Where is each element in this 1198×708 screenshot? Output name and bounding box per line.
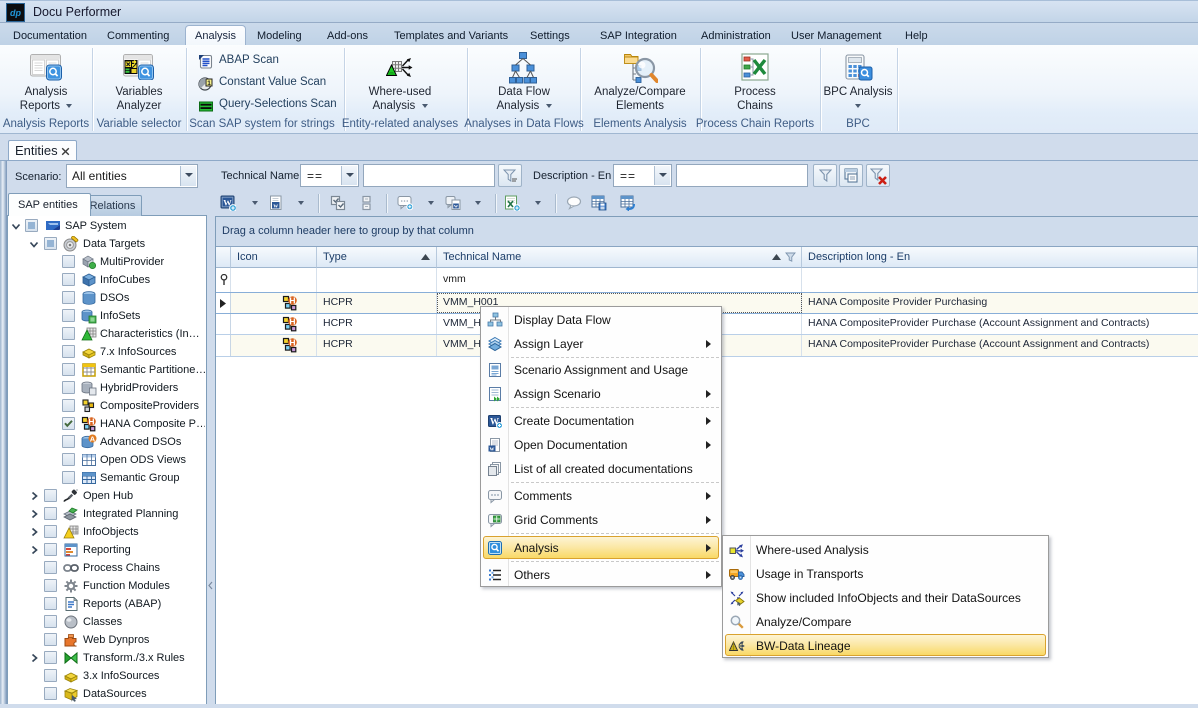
svg-text:w: w — [454, 204, 458, 210]
svg-text:H: H — [289, 296, 295, 306]
svg-text:A: A — [90, 434, 96, 443]
svg-text:dp: dp — [10, 8, 21, 18]
svg-text:H: H — [88, 417, 94, 427]
svg-text:w: w — [273, 202, 278, 209]
svg-text:1: 1 — [207, 80, 211, 87]
svg-text:H: H — [289, 338, 295, 348]
svg-text:H: H — [289, 317, 295, 327]
svg-text:w: w — [490, 446, 495, 453]
